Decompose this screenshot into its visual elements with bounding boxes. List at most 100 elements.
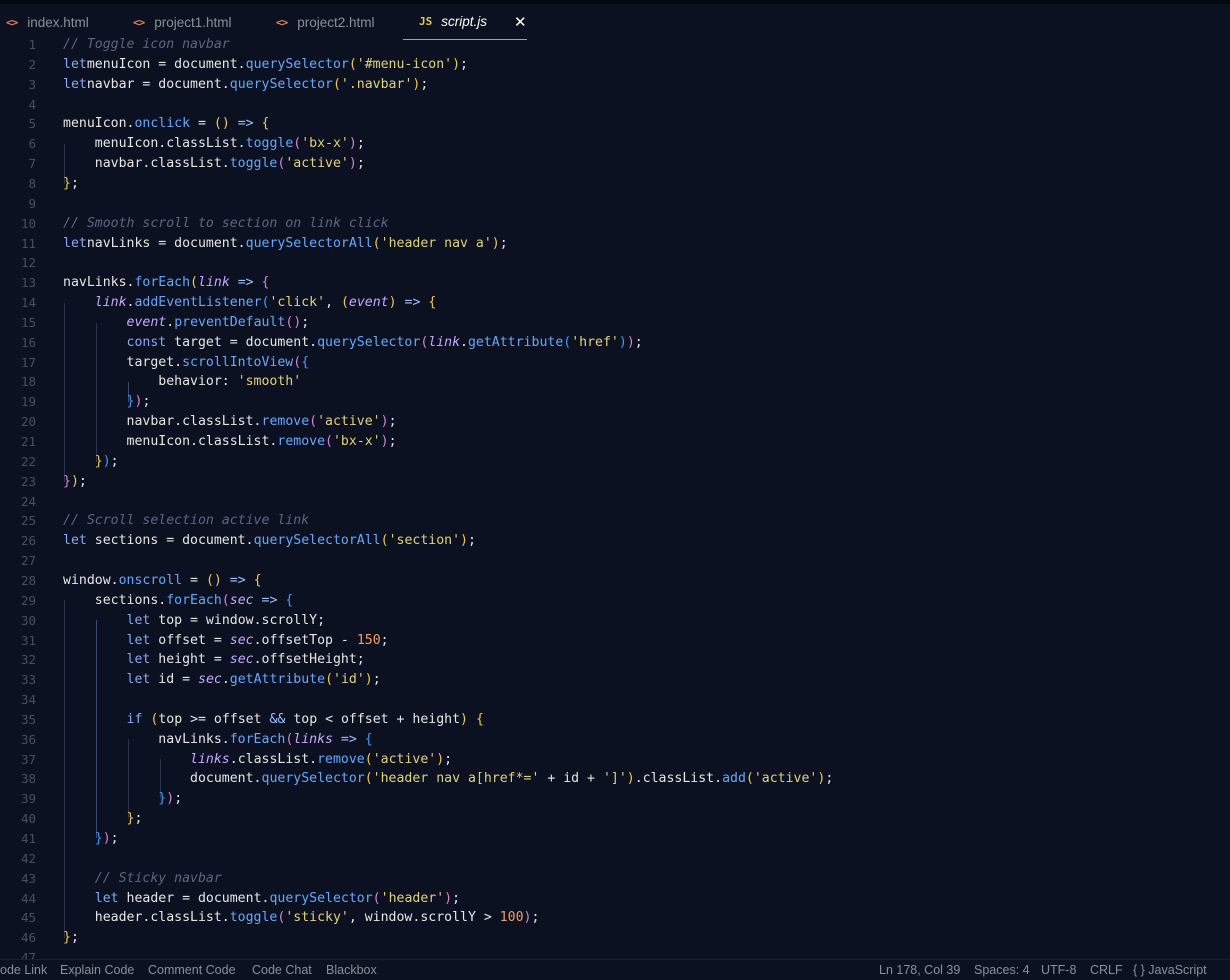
code-line[interactable]: 13 navLinks.forEach(link => { [0, 273, 1230, 293]
code-line[interactable]: 32 let height = sec.offsetHeight; [0, 650, 1230, 670]
status-encoding[interactable]: UTF-8 [1041, 961, 1076, 979]
code-text: const target = document.querySelector(li… [126, 334, 643, 350]
line-number: 26 [20, 533, 36, 549]
code-text: // Scroll selection active link [63, 513, 310, 529]
code-text: menuIcon.classList.toggle('bx-x'); [63, 136, 365, 152]
code-line[interactable]: 37 links.classList.remove('active'); [0, 750, 1230, 770]
status-code-link[interactable]: ode Link [0, 961, 47, 979]
code-line[interactable]: 20 navbar.classList.remove('active'); [0, 412, 1230, 432]
line-number: 34 [20, 692, 36, 708]
code-line[interactable]: 4 [0, 95, 1230, 115]
code-line[interactable]: 36 navLinks.forEach(links => { [0, 730, 1230, 750]
code-editor[interactable]: 1 // Toggle icon navbar 2 letmenuIcon = doc… [0, 35, 1230, 959]
code-line[interactable]: 1 // Toggle icon navbar [0, 35, 1230, 55]
line-number: 36 [20, 731, 36, 747]
status-cursor-position[interactable]: Ln 178, Col 39 [879, 961, 960, 979]
code-line[interactable]: 47 [0, 948, 1230, 959]
code-line[interactable]: 30 let top = window.scrollY; [0, 611, 1230, 631]
code-line[interactable]: 12 [0, 253, 1230, 273]
code-text: let header = document.querySelector('hea… [94, 890, 461, 906]
line-number: 12 [20, 255, 36, 271]
code-text: menuIcon.classList.remove('bx-x'); [63, 434, 397, 449]
line-number: 25 [20, 513, 36, 529]
tab-label: project2.html [297, 14, 375, 30]
status-code-chat[interactable]: Code Chat [252, 961, 312, 979]
code-text: navLinks.forEach(link => { [63, 275, 270, 291]
code-line[interactable]: 43 // Sticky navbar [0, 869, 1230, 889]
code-line[interactable]: 10 // Smooth scroll to section on link cl… [0, 214, 1230, 234]
line-number: 13 [20, 275, 36, 291]
code-line[interactable]: 26 let sections = document.querySelectorA… [0, 531, 1230, 551]
code-text: }); [158, 791, 183, 807]
code-line[interactable]: 8}; [0, 174, 1230, 194]
code-line[interactable]: 39 }); [0, 789, 1230, 809]
line-number: 14 [20, 295, 36, 311]
line-number: 28 [20, 572, 36, 588]
code-line[interactable]: 31 let offset = sec.offsetTop - 150; [0, 631, 1230, 651]
tab-label: index.html [27, 14, 89, 30]
code-text: }; [63, 175, 79, 191]
code-line[interactable]: 45 header.classList.toggle('sticky', win… [0, 908, 1230, 928]
code-line[interactable]: 24 [0, 492, 1230, 512]
code-line[interactable]: 23}); [0, 472, 1230, 492]
status-comment-code[interactable]: Comment Code [148, 961, 236, 979]
line-number: 15 [20, 314, 36, 330]
code-line[interactable]: 29 sections.forEach(sec => { [0, 591, 1230, 611]
code-line[interactable]: 40 }; [0, 809, 1230, 829]
line-number: 8 [28, 175, 36, 191]
status-blackbox[interactable]: Blackbox [326, 961, 377, 979]
code-text: navLinks.forEach(links => { [63, 731, 373, 747]
line-number: 3 [28, 76, 36, 92]
code-line[interactable]: 28 window.onscroll = () => { [0, 571, 1230, 591]
code-text: let offset = sec.offsetTop - 150; [126, 632, 389, 648]
html-file-icon: <> [133, 15, 145, 29]
code-line[interactable]: 27 [0, 551, 1230, 571]
code-line[interactable]: 35 if (top >= offset && top < offset + h… [0, 710, 1230, 730]
line-number: 7 [28, 156, 36, 172]
code-text: }; [63, 930, 79, 946]
code-line[interactable]: 5 menuIcon.onclick = () => { [0, 114, 1230, 134]
status-line-ending[interactable]: CRLF [1090, 961, 1123, 979]
code-line[interactable]: 46}; [0, 928, 1230, 948]
code-line[interactable]: 42 [0, 849, 1230, 869]
code-text: let id = sec.getAttribute('id'); [126, 672, 381, 688]
line-number: 43 [20, 870, 36, 886]
code-line[interactable]: 2 letmenuIcon = document.querySelector('#… [0, 55, 1230, 75]
code-line[interactable]: 3 letnavbar = document.querySelector('.na… [0, 75, 1230, 95]
line-number: 31 [20, 632, 36, 648]
code-line[interactable]: 9 [0, 194, 1230, 214]
code-line[interactable]: 22 }); [0, 452, 1230, 472]
status-explain-code[interactable]: Explain Code [60, 961, 134, 979]
code-line[interactable]: 19 }); [0, 392, 1230, 412]
code-line[interactable]: 33 let id = sec.getAttribute('id'); [0, 670, 1230, 690]
status-language-mode[interactable]: { } JavaScript [1133, 961, 1207, 979]
code-text: }); [126, 394, 151, 410]
line-number: 37 [20, 751, 36, 767]
line-number: 42 [20, 850, 36, 866]
code-line[interactable]: 38 document.querySelector('header nav a[… [0, 769, 1230, 789]
code-line[interactable]: 6 menuIcon.classList.toggle('bx-x'); [0, 134, 1230, 154]
status-indentation[interactable]: Spaces: 4 [974, 961, 1030, 979]
code-line[interactable]: 17 target.scrollIntoView({ [0, 353, 1230, 373]
code-line[interactable]: 14 link.addEventListener('click', (event… [0, 293, 1230, 313]
code-line[interactable]: 16 const target = document.querySelector… [0, 333, 1230, 353]
tab-label: project1.html [154, 14, 232, 30]
tab-bar: <> index.html <> project1.html <> projec… [0, 0, 1230, 40]
code-line[interactable]: 7 navbar.classList.toggle('active'); [0, 154, 1230, 174]
code-text: // Sticky navbar [94, 870, 222, 886]
close-icon[interactable]: ✕ [514, 13, 527, 31]
html-file-icon: <> [276, 15, 288, 29]
code-line[interactable]: 41 }); [0, 829, 1230, 849]
code-line[interactable]: 34 [0, 690, 1230, 710]
status-bar: ode Link Explain Code Comment Code Code … [0, 959, 1230, 980]
code-line[interactable]: 15 event.preventDefault(); [0, 313, 1230, 333]
code-line[interactable]: 25 // Scroll selection active link [0, 511, 1230, 531]
code-line[interactable]: 21 menuIcon.classList.remove('bx-x'); [0, 432, 1230, 452]
line-number: 27 [20, 553, 36, 569]
code-line[interactable]: 44 let header = document.querySelector('… [0, 889, 1230, 909]
code-line[interactable]: 18 behavior: 'smooth' [0, 372, 1230, 392]
line-number: 16 [20, 334, 36, 350]
line-number: 30 [20, 612, 36, 628]
code-text: window.onscroll = () => { [63, 572, 262, 588]
code-line[interactable]: 11 letnavLinks = document.querySelectorAl… [0, 234, 1230, 254]
